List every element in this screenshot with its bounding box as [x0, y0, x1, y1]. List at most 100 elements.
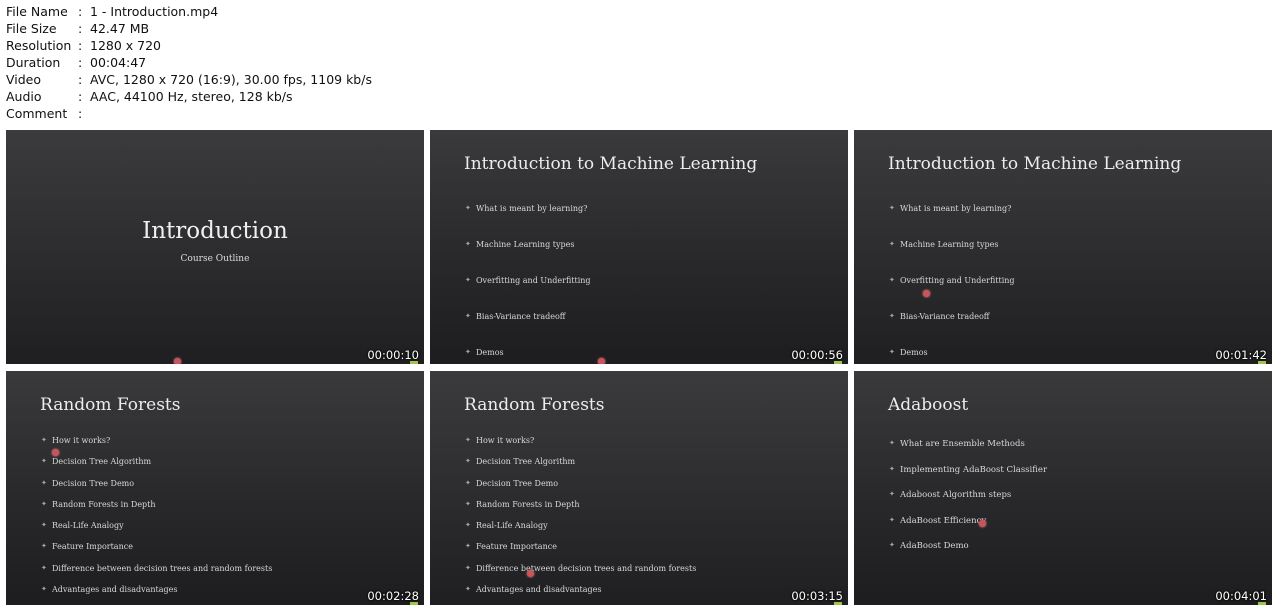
slide-bullet: ✦ Feature Importance	[465, 542, 696, 563]
slide-bullet: ✦ Feature Importance	[41, 542, 272, 563]
thumbnail-timestamp: 00:01:42	[1215, 348, 1267, 362]
slide-bullet-text: Feature Importance	[52, 542, 133, 552]
cursor-highlight-icon	[52, 449, 59, 456]
slide-bullet: ✦ Difference between decision trees and r…	[465, 564, 696, 585]
slide-bullet-list: ✦ What are Ensemble Methods ✦ Implementing …	[889, 439, 1047, 567]
slide-bullet-text: Machine Learning types	[476, 240, 575, 249]
video-thumbnail[interactable]: Introduction to Machine Learning ✦ What is…	[854, 130, 1272, 364]
slide-bullet: ✦ Decision Tree Algorithm	[41, 457, 272, 478]
diamond-bullet-icon: ✦	[465, 563, 471, 572]
slide-bullet: ✦ Machine Learning types	[889, 240, 1015, 276]
diamond-bullet-icon: ✦	[41, 499, 47, 508]
diamond-bullet-icon: ✦	[41, 478, 47, 487]
slide-bullet: ✦ How it works?	[41, 436, 272, 457]
thumbnail-timestamp: 00:04:01	[1215, 589, 1267, 603]
slide-bullet: ✦ Decision Tree Algorithm	[465, 457, 696, 478]
slide-bullet-text: Decision Tree Algorithm	[52, 457, 152, 467]
diamond-bullet-icon: ✦	[889, 312, 895, 320]
slide-bullet: ✦ Difference between decision trees and r…	[41, 564, 272, 585]
slide-title: Introduction to Machine Learning	[888, 154, 1182, 174]
slide-bullet-text: Real-Life Analogy	[476, 521, 548, 531]
slide-bullet: ✦ Real-Life Analogy	[465, 521, 696, 542]
slide-bullet-text: Overfitting and Underfitting	[900, 276, 1015, 285]
slide-bullet-text: Feature Importance	[476, 542, 557, 552]
diamond-bullet-icon: ✦	[465, 436, 471, 444]
diamond-bullet-icon: ✦	[465, 542, 471, 551]
slide-bullet-text: Advantages and disadvantages	[476, 585, 602, 595]
thumbnail-timestamp: 00:03:15	[791, 589, 843, 603]
diamond-bullet-icon: ✦	[889, 541, 895, 549]
diamond-bullet-icon: ✦	[41, 521, 47, 530]
slide-bullet-text: What is meant by learning?	[476, 204, 588, 213]
thumbnail-timestamp: 00:00:56	[791, 348, 843, 362]
slide-bullet-text: Difference between decision trees and ra…	[476, 563, 697, 573]
slide-bullet: ✦ Adaboost Algorithm steps	[889, 490, 1047, 516]
diamond-bullet-icon: ✦	[889, 464, 895, 473]
slide-bullet-list: ✦ What is meant by learning? ✦ Machine Lear…	[889, 204, 1015, 364]
slide-bullet: ✦ Random Forests in Depth	[41, 500, 272, 521]
slide-bullet: ✦ Demos	[889, 348, 1015, 364]
slide-bullet: ✦ AdaBoost Efficiency	[889, 516, 1047, 542]
slide-bullet: ✦ Advantages and disadvantages	[465, 585, 696, 605]
slide-title: Introduction to Machine Learning	[464, 154, 758, 174]
cursor-highlight-icon	[598, 358, 605, 364]
slide-bullet: ✦ Overfitting and Underfitting	[465, 276, 591, 312]
slide-title: Random Forests	[40, 395, 181, 415]
slide-bullet-text: Decision Tree Demo	[52, 478, 135, 488]
slide-bullet: ✦ Overfitting and Underfitting	[889, 276, 1015, 312]
diamond-bullet-icon: ✦	[41, 585, 47, 594]
slide-title: Adaboost	[888, 395, 969, 415]
slide-bullet: ✦ Bias-Variance tradeoff	[465, 312, 591, 348]
slide-bullet-text: AdaBoost Efficiency	[900, 515, 987, 526]
slide-bullet-text: Difference between decision trees and ra…	[52, 563, 273, 573]
slide-bullet-text: Random Forests in Depth	[52, 499, 156, 509]
slide-bullet: ✦ Advantages and disadvantages	[41, 585, 272, 605]
slide-bullet: ✦ What is meant by learning?	[889, 204, 1015, 240]
diamond-bullet-icon: ✦	[889, 240, 895, 248]
slide-bullet-text: Bias-Variance tradeoff	[476, 312, 566, 321]
diamond-bullet-icon: ✦	[41, 457, 47, 466]
diamond-bullet-icon: ✦	[889, 204, 895, 212]
diamond-bullet-icon: ✦	[41, 563, 47, 572]
slide-bullet: ✦ Bias-Variance tradeoff	[889, 312, 1015, 348]
video-thumbnail[interactable]: Random Forests ✦ How it works? ✦ Decision Tr…	[430, 371, 848, 605]
video-thumbnail[interactable]: Adaboost ✦ What are Ensemble Methods ✦ Imple…	[854, 371, 1272, 605]
thumbnail-timestamp: 00:02:28	[367, 589, 419, 603]
video-thumbnail[interactable]: Introduction to Machine Learning ✦ What is…	[430, 130, 848, 364]
diamond-bullet-icon: ✦	[465, 585, 471, 594]
slide-bullet-text: How it works?	[52, 436, 111, 445]
slide-bullet: ✦ What are Ensemble Methods	[889, 439, 1047, 465]
diamond-bullet-icon: ✦	[889, 490, 895, 498]
video-thumbnail[interactable]: Random Forests ✦ How it works? ✦ Decision Tr…	[6, 371, 424, 605]
diamond-bullet-icon: ✦	[41, 436, 47, 444]
slide-bullet: ✦ Decision Tree Demo	[41, 479, 272, 500]
slide-bullet-text: Implementing AdaBoost Classifier	[900, 464, 1048, 475]
diamond-bullet-icon: ✦	[465, 478, 471, 487]
slide-bullet-list: ✦ How it works? ✦ Decision Tree Algorithm ✦ D…	[465, 436, 696, 605]
slide-bullet: ✦ Real-Life Analogy	[41, 521, 272, 542]
slide-subtitle: Course Outline	[180, 254, 250, 264]
cursor-highlight-icon	[979, 520, 986, 527]
cursor-highlight-icon	[923, 290, 930, 297]
slide-bullet-text: Bias-Variance tradeoff	[900, 312, 990, 321]
thumbnail-grid: Introduction Course Outline 00:00:10 Introd…	[0, 0, 1278, 611]
slide-bullet-list: ✦ What is meant by learning? ✦ Machine Lear…	[465, 204, 591, 364]
diamond-bullet-icon: ✦	[465, 276, 471, 284]
slide-bullet: ✦ Demos	[465, 348, 591, 364]
diamond-bullet-icon: ✦	[465, 240, 471, 248]
slide-bullet: ✦ Machine Learning types	[465, 240, 591, 276]
slide-bullet-text: Decision Tree Demo	[476, 478, 559, 488]
slide-bullet: ✦ Random Forests in Depth	[465, 500, 696, 521]
diamond-bullet-icon: ✦	[465, 348, 471, 356]
slide-bullet-text: What is meant by learning?	[900, 204, 1012, 213]
diamond-bullet-icon: ✦	[465, 499, 471, 508]
diamond-bullet-icon: ✦	[889, 515, 895, 524]
slide-bullet: ✦ AdaBoost Demo	[889, 541, 1047, 567]
diamond-bullet-icon: ✦	[465, 457, 471, 466]
video-thumbnail[interactable]: Introduction Course Outline 00:00:10	[6, 130, 424, 364]
slide-bullet-text: Overfitting and Underfitting	[476, 276, 591, 285]
slide-bullet-text: Adaboost Algorithm steps	[900, 490, 1012, 500]
diamond-bullet-icon: ✦	[465, 312, 471, 320]
diamond-bullet-icon: ✦	[465, 204, 471, 212]
diamond-bullet-icon: ✦	[465, 521, 471, 530]
